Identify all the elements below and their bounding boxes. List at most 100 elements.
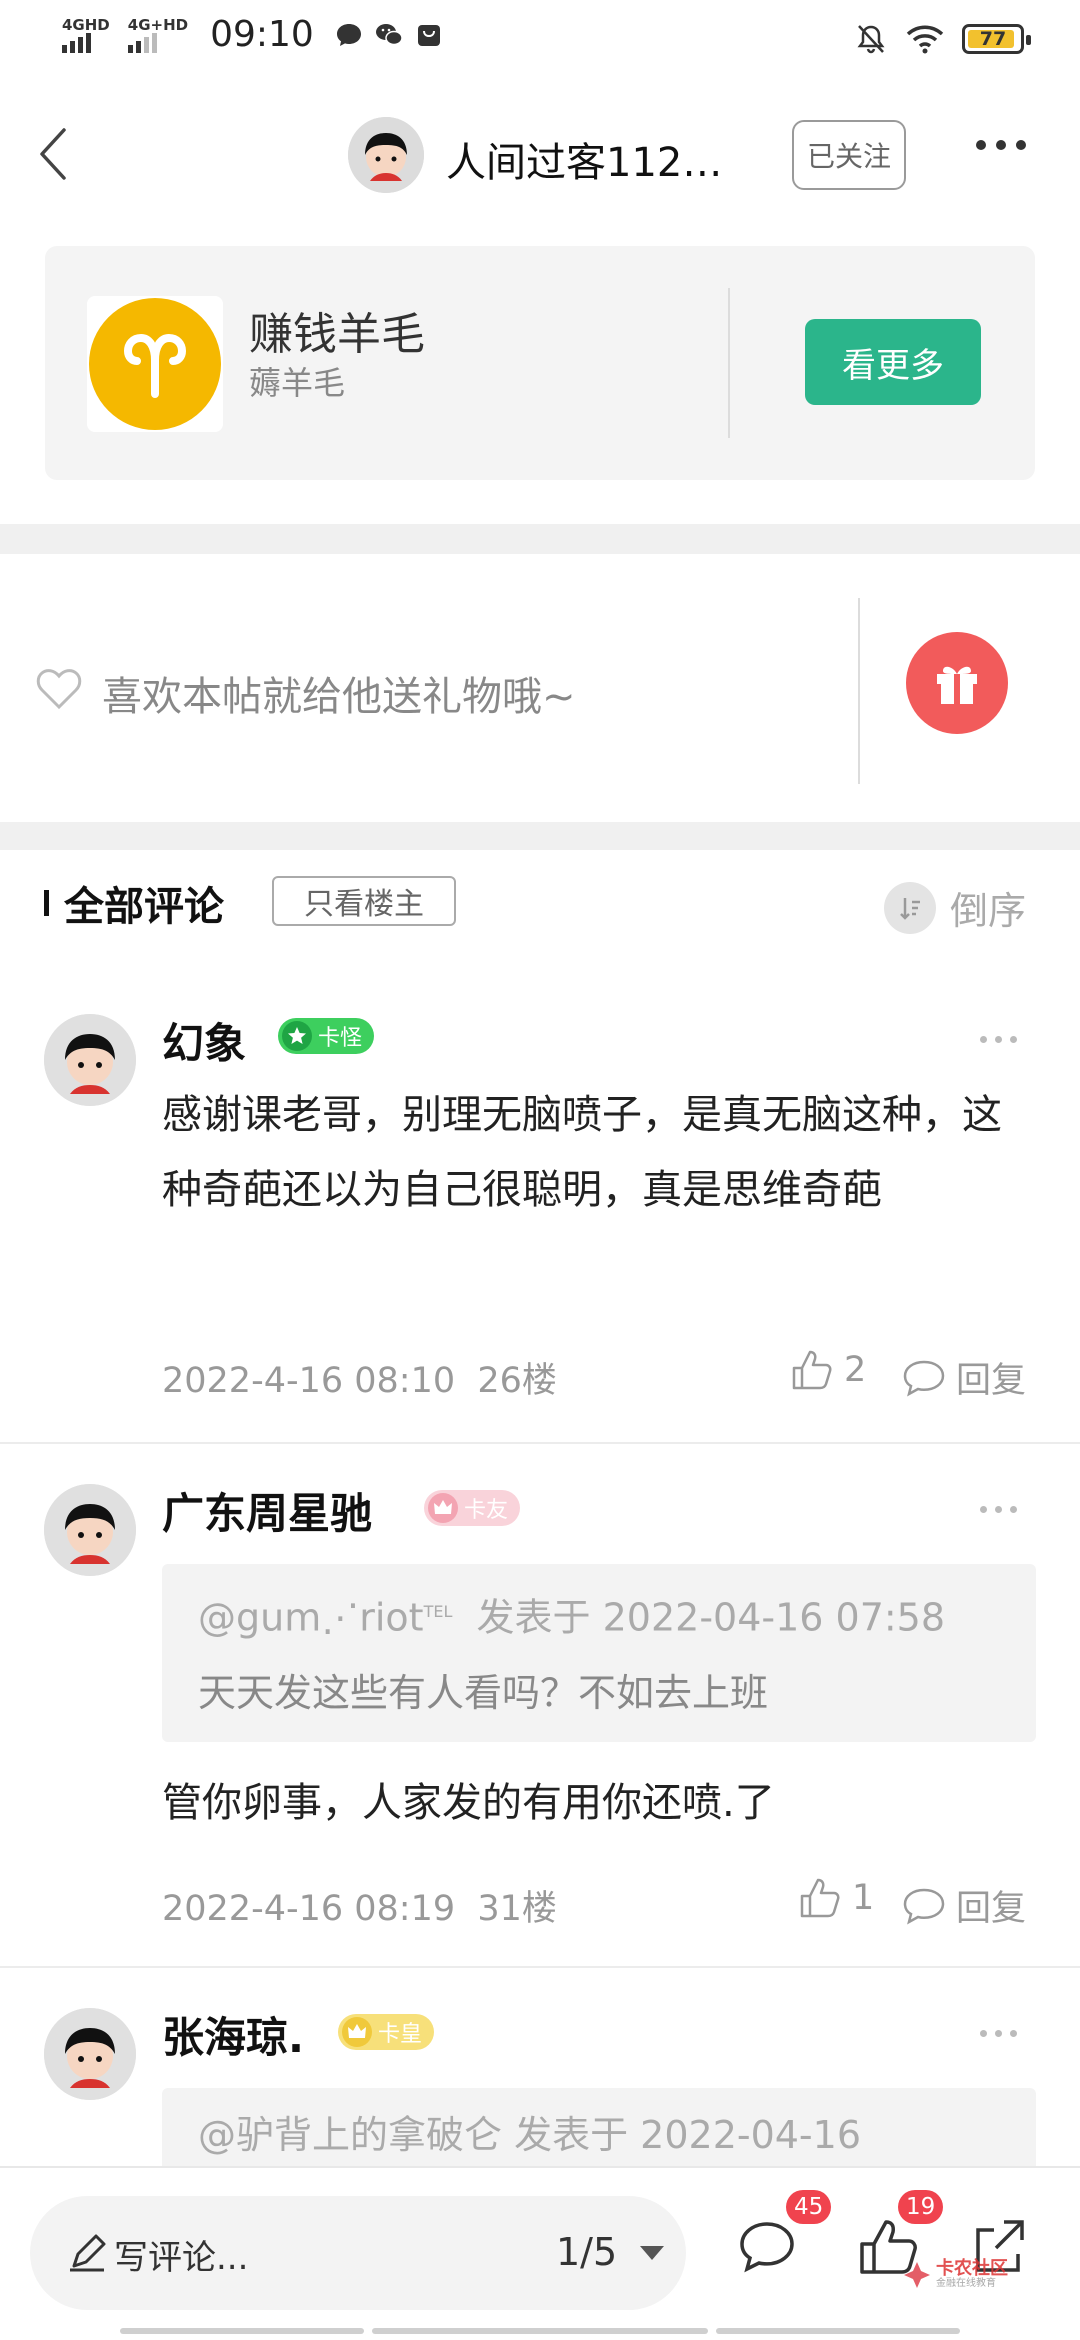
commenter-name[interactable]: 广东周星驰 xyxy=(162,1480,372,1541)
comment-text: 感谢课老哥，别理无脑喷子，是真无脑这种，这种奇葩还以为自己很聪明，真是思维奇葩 xyxy=(162,1092,1002,1213)
aries-icon xyxy=(123,333,187,398)
quote-header: @驴背上的拿破仑 发表于 2022-04-16 xyxy=(198,2113,861,2157)
commenter-name[interactable]: 张海琼. xyxy=(162,2004,304,2065)
badge-label: 卡怪 xyxy=(318,1026,363,1051)
divider xyxy=(728,288,730,438)
sort-button[interactable]: 倒序 xyxy=(884,880,1026,935)
reply-bubble-icon xyxy=(903,1888,945,1924)
star-icon xyxy=(282,1021,312,1051)
commenter-avatar[interactable] xyxy=(44,1014,136,1106)
user-level-badge: 卡友 xyxy=(424,1490,521,1526)
watermark-title: 卡农社区 xyxy=(936,2258,1008,2279)
comment-floor: 26楼 xyxy=(477,1361,557,1401)
commenter-avatar[interactable] xyxy=(44,2008,136,2100)
divider xyxy=(0,1966,1080,1968)
battery-icon: 77 xyxy=(962,24,1031,54)
page-indicator[interactable]: 1/5 xyxy=(556,2230,617,2274)
badge-label: 卡友 xyxy=(464,1498,509,1523)
quote-user: @gum⋰riot xyxy=(198,1595,424,1640)
signal-icon: 4GHD xyxy=(62,17,110,53)
mute-bell-icon xyxy=(857,25,885,54)
circle-name: 赚钱羊毛 xyxy=(249,309,425,360)
comments-header: 全部评论 只看楼主 倒序 xyxy=(0,850,1080,950)
sort-label: 倒序 xyxy=(950,889,1027,933)
title-marker xyxy=(44,890,49,916)
comment-datetime: 2022-4-16 08:19 31楼 xyxy=(162,1880,557,1931)
network-label-1: 4GHD xyxy=(62,15,110,34)
comment-date: 2022-4-16 08:10 xyxy=(162,1361,456,1401)
chevron-down-icon[interactable] xyxy=(640,2246,664,2260)
reply-label: 回复 xyxy=(956,1361,1027,1401)
quote-user-suffix: TEL xyxy=(423,1602,453,1621)
sort-icon xyxy=(884,881,936,934)
thumbs-up-icon xyxy=(800,1878,840,1918)
bottom-action-bar: 写评论... 1/5 45 19 卡农社区 金融在线教育 xyxy=(0,2166,1080,2340)
author-avatar[interactable] xyxy=(348,117,424,193)
badge-label: 卡皇 xyxy=(378,2022,423,2047)
crown-icon xyxy=(342,2017,372,2047)
status-bar: 4GHD 4G+HD 09:10 77 xyxy=(0,0,1080,80)
like-count-badge: 19 xyxy=(898,2190,944,2224)
like-button[interactable]: 1 xyxy=(798,1876,874,1920)
comment-more-icon[interactable] xyxy=(980,1506,1017,1513)
send-gift-button[interactable] xyxy=(906,632,1008,734)
quote-header: @gum⋰riotTEL 发表于 2022-04-16 07:58 xyxy=(198,1574,1000,1656)
like-count: 2 xyxy=(844,1350,867,1390)
watermark-logo-icon xyxy=(904,2262,930,2288)
signal-icon-2: 4G+HD xyxy=(127,17,188,53)
reply-button[interactable]: 回复 xyxy=(902,1352,1026,1403)
user-level-badge: 卡皇 xyxy=(338,2014,435,2050)
quote-body: 天天发这些有人看吗？不如去上班 xyxy=(198,1670,769,1715)
divider xyxy=(858,598,860,784)
comments-icon[interactable] xyxy=(732,2212,802,2282)
bag-icon xyxy=(417,24,440,46)
comment-count-badge: 45 xyxy=(786,2190,832,2224)
post-header: 人间过客112… 已关注 xyxy=(0,100,1080,210)
write-comment-label: 写评论... xyxy=(114,2238,249,2278)
comment-floor: 31楼 xyxy=(477,1889,557,1929)
message-bubble-icon xyxy=(336,23,361,46)
reply-button[interactable]: 回复 xyxy=(902,1880,1026,1931)
follow-button[interactable]: 已关注 xyxy=(792,120,906,190)
commenter-name[interactable]: 幻象 xyxy=(162,1010,246,1071)
wifi-icon xyxy=(906,25,944,54)
comment-item: 张海琼. 卡皇 @驴背上的拿破仑 发表于 2022-04-16 xyxy=(0,1970,1080,2166)
gesture-bar xyxy=(716,2328,960,2334)
gift-row: 喜欢本帖就给他送礼物哦~ xyxy=(0,556,1080,822)
more-options-icon[interactable] xyxy=(976,140,1026,150)
section-gap xyxy=(0,822,1080,850)
comment-datetime: 2022-4-16 08:10 26楼 xyxy=(162,1352,557,1403)
watermark-subtitle: 金融在线教育 xyxy=(936,2278,996,2289)
gesture-bar xyxy=(372,2328,708,2334)
comments-title: 全部评论 xyxy=(64,884,224,930)
quote-meta: 发表于 2022-04-16 07:58 xyxy=(476,1595,946,1640)
see-more-button[interactable]: 看更多 xyxy=(805,319,981,405)
gesture-bar xyxy=(120,2328,364,2334)
comment-date: 2022-4-16 08:19 xyxy=(162,1889,456,1929)
comment-text: 管你卵事，人家发的有用你还喷.了 xyxy=(162,1780,775,1826)
comment-more-icon[interactable] xyxy=(980,2030,1017,2037)
circle-card[interactable]: 赚钱羊毛 薅羊毛 看更多 xyxy=(45,246,1035,480)
user-level-badge: 卡怪 xyxy=(278,1018,375,1054)
circle-logo xyxy=(87,296,223,432)
author-name[interactable]: 人间过客112… xyxy=(446,130,722,188)
heart-icon[interactable] xyxy=(36,668,82,710)
like-count: 1 xyxy=(852,1878,875,1918)
reply-label: 回复 xyxy=(956,1889,1027,1929)
comment-more-icon[interactable] xyxy=(980,1036,1017,1043)
author-only-filter-button[interactable]: 只看楼主 xyxy=(272,876,456,926)
like-button[interactable]: 2 xyxy=(790,1348,866,1392)
write-comment-input[interactable]: 写评论... 1/5 xyxy=(30,2196,686,2310)
quoted-comment[interactable]: @驴背上的拿破仑 发表于 2022-04-16 xyxy=(162,2088,1036,2166)
section-gap xyxy=(0,524,1080,554)
reply-bubble-icon xyxy=(903,1360,945,1396)
gift-prompt: 喜欢本帖就给他送礼物哦~ xyxy=(102,674,576,720)
battery-level: 77 xyxy=(979,28,1007,50)
quoted-comment[interactable]: @gum⋰riotTEL 发表于 2022-04-16 07:58 天天发这些有… xyxy=(162,1564,1036,1742)
watermark: 卡农社区 金融在线教育 xyxy=(902,2260,1008,2290)
back-arrow-icon[interactable] xyxy=(26,124,86,184)
gift-icon xyxy=(937,666,977,704)
commenter-avatar[interactable] xyxy=(44,1484,136,1576)
thumbs-up-icon xyxy=(792,1350,832,1390)
divider xyxy=(0,1442,1080,1444)
